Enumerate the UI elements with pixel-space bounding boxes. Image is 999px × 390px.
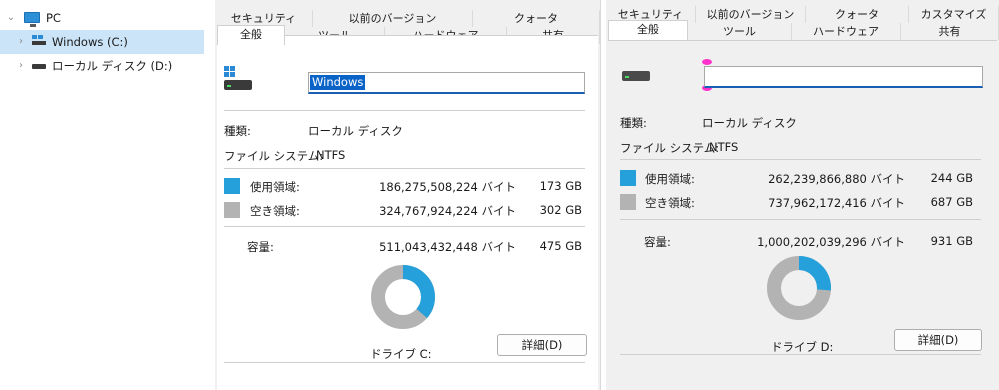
chevron-right-icon[interactable]: › bbox=[16, 30, 26, 54]
tree-item-local-disk-d[interactable]: › ローカル ディスク (D:) bbox=[0, 54, 204, 78]
filesystem-value: NTFS bbox=[316, 148, 346, 162]
capacity-label: 容量: bbox=[247, 240, 274, 254]
tab-previous-versions[interactable]: 以前のバージョン bbox=[313, 10, 473, 27]
volume-name-input[interactable]: Windows bbox=[308, 72, 585, 94]
free-space-swatch bbox=[620, 194, 636, 210]
drive-icon bbox=[622, 71, 650, 81]
used-space-bytes: 186,275,508,224 バイト bbox=[379, 180, 516, 194]
divider bbox=[224, 110, 585, 111]
tab-strip: セキュリティ 以前のバージョン クォータ カスタマイズ 全般 ツール ハードウェ… bbox=[606, 6, 999, 42]
divider bbox=[224, 362, 585, 363]
type-value: ローカル ディスク bbox=[308, 124, 403, 138]
tab-tools[interactable]: ツール bbox=[688, 23, 792, 40]
text-cursor-marker bbox=[702, 59, 712, 65]
used-space-label: 使用領域: bbox=[250, 180, 300, 194]
used-space-label: 使用領域: bbox=[645, 172, 695, 186]
tree-item-label: ローカル ディスク (D:) bbox=[52, 59, 173, 73]
capacity-bytes: 511,043,432,448 バイト bbox=[379, 240, 516, 254]
navigation-tree: ⌄ PC › Windows (C:) › ローカル ディスク (D:) bbox=[0, 0, 212, 390]
capacity-bytes: 1,000,202,039,296 バイト bbox=[757, 235, 905, 249]
filesystem-label: ファイル システム: bbox=[620, 141, 720, 155]
free-space-swatch bbox=[224, 202, 240, 218]
tab-general[interactable]: 全般 bbox=[608, 20, 688, 40]
free-space-bytes: 737,962,172,416 バイト bbox=[768, 196, 905, 210]
capacity-gb: 931 GB bbox=[930, 234, 973, 248]
free-space-gb: 687 GB bbox=[930, 195, 973, 209]
drive-caption: ドライブ C: bbox=[370, 347, 432, 361]
drive-icon bbox=[32, 64, 46, 69]
volume-name-input[interactable] bbox=[704, 66, 983, 88]
tree-item-label: PC bbox=[46, 11, 61, 25]
type-label: 種類: bbox=[224, 124, 251, 138]
usage-donut-chart bbox=[371, 265, 435, 329]
tab-previous-versions[interactable]: 以前のバージョン bbox=[696, 6, 806, 23]
tab-general[interactable]: 全般 bbox=[217, 25, 285, 45]
free-space-gb: 302 GB bbox=[539, 203, 582, 217]
details-button[interactable]: 詳細(D) bbox=[894, 329, 982, 351]
tab-quota[interactable]: クォータ bbox=[473, 10, 600, 27]
drive-caption: ドライブ D: bbox=[771, 340, 834, 354]
chevron-right-icon[interactable]: › bbox=[16, 54, 26, 78]
divider bbox=[224, 226, 585, 227]
used-space-swatch bbox=[620, 170, 636, 186]
properties-dialog-d: セキュリティ 以前のバージョン クォータ カスタマイズ 全般 ツール ハードウェ… bbox=[606, 0, 999, 390]
drive-icon bbox=[224, 80, 252, 90]
free-space-bytes: 324,767,924,224 バイト bbox=[379, 204, 516, 218]
tab-hardware[interactable]: ハードウェア bbox=[792, 23, 901, 40]
volume-name-text: Windows bbox=[310, 75, 366, 90]
divider bbox=[224, 168, 585, 169]
used-space-swatch bbox=[224, 178, 240, 194]
capacity-label: 容量: bbox=[644, 235, 671, 249]
used-space-bytes: 262,239,866,880 バイト bbox=[768, 172, 905, 186]
tab-quota[interactable]: クォータ bbox=[806, 6, 909, 23]
capacity-gb: 475 GB bbox=[539, 239, 582, 253]
divider bbox=[620, 354, 981, 355]
tree-item-pc[interactable]: ⌄ PC bbox=[0, 6, 204, 30]
divider bbox=[620, 219, 981, 220]
tab-sharing[interactable]: 共有 bbox=[901, 23, 999, 40]
type-value: ローカル ディスク bbox=[702, 116, 797, 130]
usage-donut-chart bbox=[767, 256, 831, 320]
properties-dialog-c: セキュリティ 以前のバージョン クォータ 全般 ツール ハードウェア 共有 Wi… bbox=[215, 0, 601, 390]
free-space-label: 空き領域: bbox=[250, 204, 300, 218]
used-space-gb: 173 GB bbox=[539, 179, 582, 193]
filesystem-value: NTFS bbox=[709, 140, 739, 154]
free-space-label: 空き領域: bbox=[645, 196, 695, 210]
tree-item-windows-c[interactable]: › Windows (C:) bbox=[0, 30, 204, 54]
windows-drive-icon bbox=[32, 35, 46, 45]
filesystem-label: ファイル システム: bbox=[224, 149, 324, 163]
type-label: 種類: bbox=[620, 116, 647, 130]
tree-item-label: Windows (C:) bbox=[52, 35, 128, 49]
used-space-gb: 244 GB bbox=[930, 171, 973, 185]
pc-icon bbox=[24, 12, 40, 27]
tab-customize[interactable]: カスタマイズ bbox=[909, 6, 999, 23]
general-panel: 種類: ローカル ディスク ファイル システム: NTFS 使用領域: 262,… bbox=[608, 40, 997, 390]
chevron-down-icon[interactable]: ⌄ bbox=[6, 6, 16, 30]
divider bbox=[620, 159, 981, 160]
windows-logo-icon bbox=[224, 66, 236, 78]
details-button[interactable]: 詳細(D) bbox=[497, 334, 587, 356]
general-panel: Windows 種類: ローカル ディスク ファイル システム: NTFS 使用… bbox=[217, 35, 598, 390]
